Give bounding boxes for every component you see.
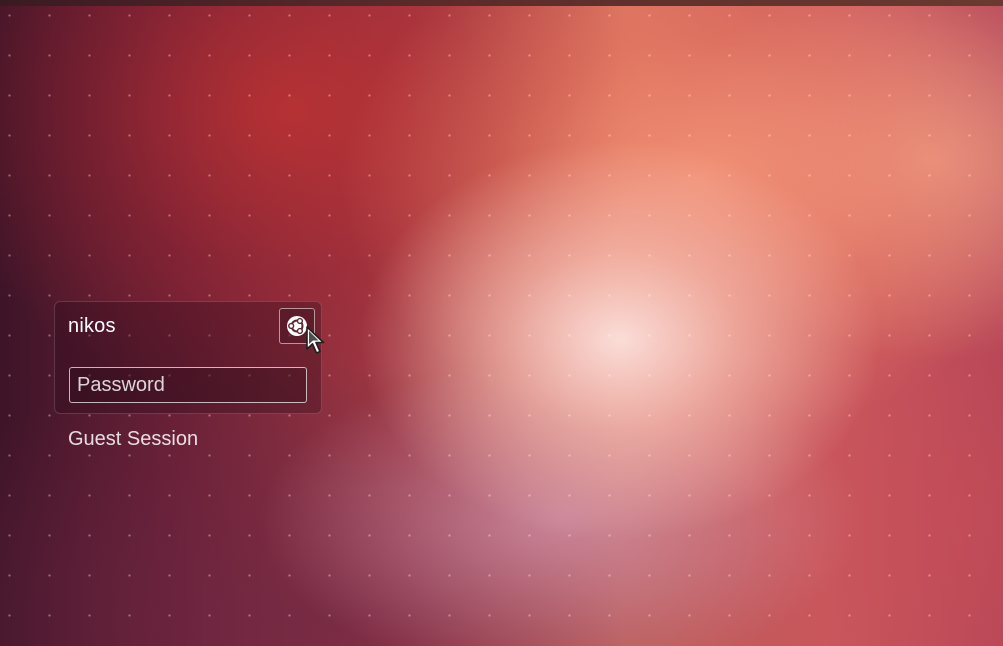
username-label[interactable]: nikos — [68, 315, 116, 338]
password-input[interactable] — [69, 367, 307, 403]
top-panel — [0, 0, 1003, 6]
login-box: nikos — [54, 301, 322, 414]
guest-session-link[interactable]: Guest Session — [68, 428, 198, 451]
ubuntu-session-icon — [287, 316, 307, 336]
session-selector-button[interactable] — [279, 308, 315, 344]
